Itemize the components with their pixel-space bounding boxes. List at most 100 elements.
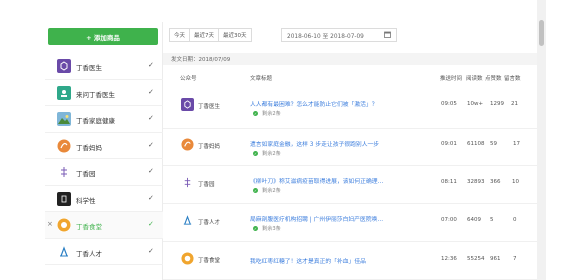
table-row: 丁香妈妈 遗言如家庭金融，这样 3 步走让孩子很跑别人一步 ✓ 剩余2条 09:0…: [163, 129, 537, 166]
sidebar-item-dingxiangyuan[interactable]: 丁香园 ✓: [45, 159, 163, 186]
filter-last30-button[interactable]: 最近30天: [218, 28, 252, 42]
likes-cell: 5: [490, 217, 494, 223]
comments-cell: 7: [513, 256, 517, 262]
comments-cell: 17: [513, 141, 520, 147]
push-time-cell: 07:00: [441, 217, 457, 223]
sidebar-item-science[interactable]: 科学性 ✓: [45, 186, 163, 212]
check-circle-icon: ✓: [253, 111, 258, 116]
article-status: ✓ 剩余2条: [253, 111, 281, 117]
column-header-likes[interactable]: 点赞数: [485, 74, 502, 82]
article-title-link[interactable]: 我吃红枣红糖了！这才是真正的「补血」佳品: [250, 256, 366, 265]
article-title-link[interactable]: 局麻剖腹医疗机构招聘 | 广州伊丽莎白妇产医院唤…: [250, 214, 383, 223]
row-account-name: 丁香园: [198, 182, 215, 188]
reads-cell: 10w+: [467, 101, 484, 107]
dingxiang-canteen-avatar: [57, 218, 71, 232]
check-icon: ✓: [148, 246, 154, 255]
column-header-push-time[interactable]: 推送时间: [440, 74, 462, 82]
table-row: 丁香人才 局麻剖腹医疗机构招聘 | 广州伊丽莎白妇产医院唤… ✓ 剩余3条 07:…: [163, 204, 537, 242]
row-account-name: 丁香人才: [198, 220, 221, 226]
dingxiang-canteen-avatar: [181, 252, 194, 265]
column-header-reads[interactable]: 阅读数: [466, 74, 483, 82]
table-row: 丁香园 《柳叶刀》称艾滋病疫苗取得进展，该如何正确理… ✓ 剩余2条 08:11 …: [163, 166, 537, 204]
sidebar-item-label: 来问丁香医生: [76, 90, 115, 99]
row-account-name: 丁香食堂: [198, 258, 221, 264]
date-filter-group: 今天 最近7天 最近30天: [169, 28, 252, 42]
dingxiang-doctor-avatar: [181, 98, 194, 111]
article-title-link[interactable]: 《柳叶刀》称艾滋病疫苗取得进展，该如何正确理…: [250, 176, 383, 185]
sidebar-item-family-health[interactable]: 丁香家庭健康 ✓: [45, 106, 163, 133]
sidebar-item-dingxiang-talent[interactable]: 丁香人才 ✓: [45, 239, 163, 265]
reads-cell: 61108: [467, 141, 485, 147]
comments-cell: 21: [511, 101, 518, 107]
account-sidebar: + 添加商品 丁香医生 ✓ 来问丁香医生 ✓ 丁香家庭健康 ✓ 丁香妈妈 ✓ 丁…: [45, 22, 163, 280]
sidebar-item-label: 丁香妈妈: [76, 143, 102, 152]
publish-date-header: 发文日期：2018/07/09: [163, 53, 537, 65]
sidebar-item-label: 丁香医生: [76, 64, 102, 72]
likes-cell: 1299: [490, 101, 504, 107]
row-account-name: 丁香妈妈: [198, 144, 221, 150]
check-icon: ✓: [148, 140, 154, 149]
check-icon: ✓: [148, 193, 154, 202]
check-icon: ✓: [148, 220, 154, 228]
article-panel: 今天 最近7天 最近30天 2018-06-10 至 2018-07-09 发文…: [163, 22, 537, 280]
science-avatar: [57, 191, 71, 206]
reads-cell: 32893: [467, 179, 485, 185]
table-row: 丁香医生 人人都有最困难？怎么才能防止它们被「激活」？ ✓ 剩余2条 09:05 …: [163, 90, 537, 129]
push-time-cell: 12:36: [441, 256, 457, 262]
sidebar-item-dingxiang-canteen[interactable]: × 丁香食堂 ✓: [45, 212, 163, 239]
account-list: 丁香医生 ✓ 来问丁香医生 ✓ 丁香家庭健康 ✓ 丁香妈妈 ✓ 丁香园 ✓ 科学…: [45, 53, 163, 265]
scrollbar-thumb[interactable]: [539, 20, 544, 46]
check-icon: ✓: [148, 87, 154, 96]
article-status: ✓ 剩余3条: [253, 226, 281, 232]
dingxiang-mama-avatar: [57, 138, 71, 153]
likes-cell: 59: [490, 141, 497, 147]
article-status: ✓ 剩余2条: [253, 151, 281, 157]
check-circle-icon: ✓: [253, 151, 258, 156]
publish-date-label: 发文日期：2018/07/09: [171, 57, 231, 63]
reads-cell: 55254: [467, 256, 485, 262]
column-header-comments[interactable]: 留言数: [504, 74, 521, 82]
push-time-cell: 09:01: [441, 141, 457, 147]
sidebar-item-label: 科学性: [76, 196, 96, 205]
close-icon[interactable]: ×: [47, 220, 53, 228]
check-icon: ✓: [148, 114, 154, 122]
sidebar-item-label: 丁香人才: [76, 249, 102, 258]
table-row: 丁香食堂 我吃红枣红糖了！这才是真正的「补血」佳品 12:36 55254 96…: [163, 242, 537, 280]
sidebar-item-ask-doctor[interactable]: 来问丁香医生 ✓: [45, 80, 163, 106]
dingxiangyuan-avatar: [181, 176, 194, 189]
ask-doctor-avatar: [57, 85, 71, 100]
comments-cell: 0: [513, 217, 517, 223]
dingxiang-doctor-avatar: [57, 59, 71, 73]
check-circle-icon: ✓: [253, 226, 258, 231]
family-health-avatar: [57, 112, 71, 126]
likes-cell: 366: [490, 179, 501, 185]
dingxiang-talent-avatar: [57, 244, 71, 259]
filter-last7-button[interactable]: 最近7天: [189, 28, 220, 42]
article-title-link[interactable]: 人人都有最困难？怎么才能防止它们被「激活」？: [250, 99, 378, 108]
filter-today-button[interactable]: 今天: [169, 28, 191, 42]
check-circle-icon: ✓: [253, 188, 258, 193]
add-product-button[interactable]: + 添加商品: [48, 28, 158, 45]
column-header-account: 公众号: [180, 76, 197, 82]
check-icon: ✓: [148, 167, 154, 175]
sidebar-item-label: 丁香园: [76, 170, 96, 178]
comments-cell: 10: [512, 179, 519, 185]
push-time-cell: 09:05: [441, 101, 457, 107]
dingxiang-talent-avatar: [181, 214, 194, 227]
sidebar-item-label: 丁香家庭健康: [76, 117, 115, 125]
date-range-picker[interactable]: 2018-06-10 至 2018-07-09: [281, 28, 397, 42]
sidebar-item-label: 丁香食堂: [76, 223, 102, 231]
sidebar-item-dingxiang-doctor[interactable]: 丁香医生 ✓: [45, 53, 163, 80]
article-title-link[interactable]: 遗言如家庭金融，这样 3 步走让孩子很跑别人一步: [250, 139, 379, 148]
likes-cell: 961: [490, 256, 501, 262]
push-time-cell: 08:11: [441, 179, 457, 185]
calendar-icon[interactable]: [384, 31, 391, 40]
dingxiang-mama-avatar: [181, 138, 194, 151]
dingxiangyuan-avatar: [57, 165, 71, 179]
date-range-value: 2018-06-10 至 2018-07-09: [287, 33, 364, 40]
reads-cell: 6409: [467, 217, 481, 223]
row-account-name: 丁香医生: [198, 104, 221, 110]
column-header-title: 文章标题: [250, 76, 273, 82]
sidebar-item-dingxiang-mama[interactable]: 丁香妈妈 ✓: [45, 133, 163, 159]
check-icon: ✓: [148, 61, 154, 69]
